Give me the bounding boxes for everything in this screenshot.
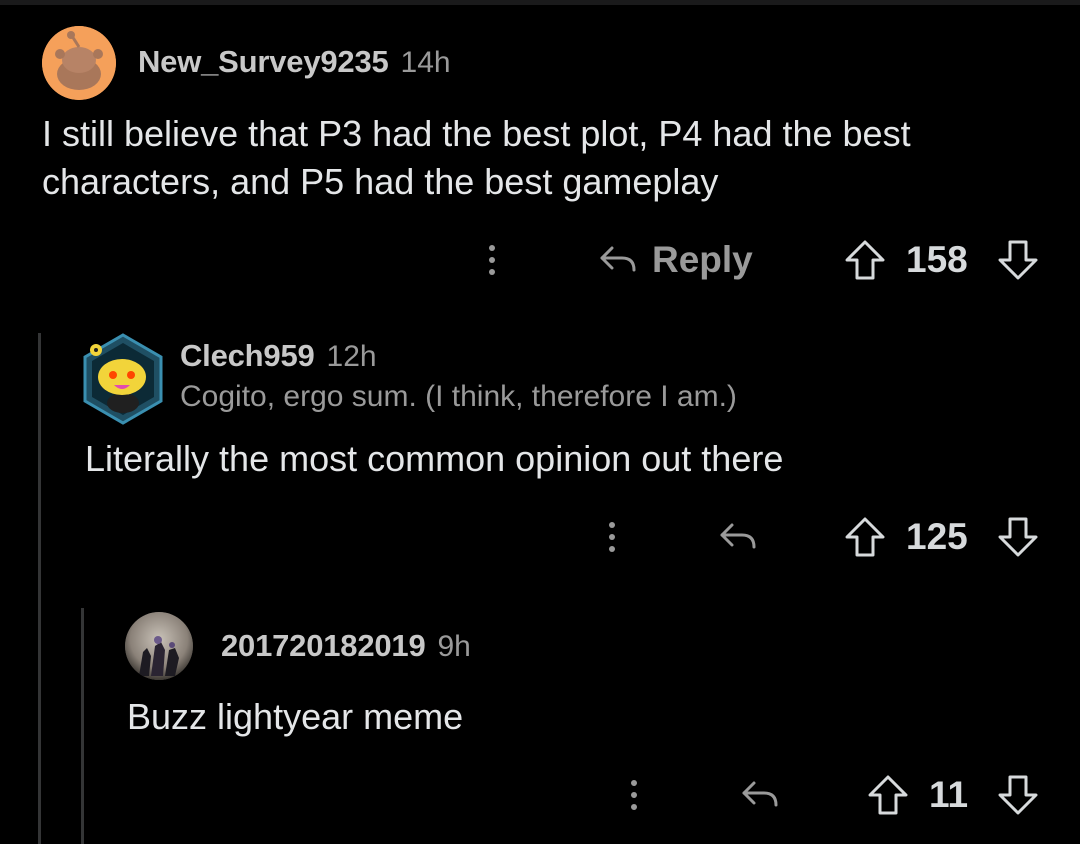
timestamp: 9h	[437, 630, 471, 663]
downvote-button[interactable]	[996, 230, 1040, 290]
comment-body: Literally the most common opinion out th…	[85, 438, 784, 479]
reply-arrow-icon	[720, 523, 756, 549]
comment-body: Buzz lightyear meme	[127, 696, 464, 737]
comment-meta: 201720182019 9h	[221, 628, 471, 664]
upvote-arrow-icon	[845, 517, 885, 557]
comment-clech: Clech959 12h Cogito, ergo sum. (I think,…	[0, 300, 1080, 590]
reply-button[interactable]	[740, 765, 794, 825]
more-options-button[interactable]	[477, 230, 507, 290]
vertical-dots-icon	[631, 777, 637, 813]
reply-label: Reply	[652, 239, 753, 280]
comment-actions: 11	[0, 765, 1080, 825]
avatar[interactable]	[42, 26, 116, 100]
reply-button[interactable]	[718, 507, 772, 567]
upvote-arrow-icon	[868, 775, 908, 815]
downvote-button[interactable]	[996, 507, 1040, 567]
vertical-dots-icon	[609, 519, 615, 555]
upvote-button[interactable]	[866, 765, 910, 825]
username[interactable]: Clech959	[180, 338, 315, 374]
downvote-arrow-icon	[998, 517, 1038, 557]
username[interactable]: 201720182019	[221, 628, 426, 664]
snoo-avatar-icon	[42, 26, 116, 100]
vote-score: 11	[929, 774, 969, 815]
comment-meta: Clech959 12h	[180, 338, 377, 374]
more-options-button[interactable]	[597, 507, 627, 567]
reply-button[interactable]: Reply	[598, 230, 753, 290]
more-options-button[interactable]	[619, 765, 649, 825]
avatar[interactable]	[82, 333, 164, 425]
vote-score: 125	[906, 516, 968, 557]
timestamp: 12h	[326, 340, 377, 373]
upvote-button[interactable]	[843, 507, 887, 567]
comment-actions: 125	[0, 507, 1080, 567]
reply-arrow-icon	[742, 781, 778, 807]
vertical-dots-icon	[489, 242, 495, 278]
comment-meta: New_Survey9235 14h	[138, 44, 451, 80]
comment-201720182019: 201720182019 9h Buzz lightyear meme 11	[0, 590, 1080, 844]
downvote-arrow-icon	[998, 240, 1038, 280]
reply-arrow-icon	[600, 246, 636, 272]
upvote-arrow-icon	[845, 240, 885, 280]
user-photo-avatar-icon	[125, 612, 193, 680]
user-flair: Cogito, ergo sum. (I think, therefore I …	[180, 380, 737, 413]
downvote-button[interactable]	[996, 765, 1040, 825]
comment-new-survey: New_Survey9235 14h I still believe that …	[0, 0, 1080, 300]
username[interactable]: New_Survey9235	[138, 44, 389, 80]
downvote-arrow-icon	[998, 775, 1038, 815]
vote-score: 158	[906, 239, 968, 280]
comment-actions: Reply 158	[0, 230, 1080, 290]
timestamp: 14h	[400, 46, 451, 79]
comment-body: I still believe that P3 had the best plo…	[42, 113, 911, 202]
avatar[interactable]	[125, 612, 193, 680]
snoo-hexagon-avatar-icon	[83, 333, 163, 425]
upvote-button[interactable]	[843, 230, 887, 290]
